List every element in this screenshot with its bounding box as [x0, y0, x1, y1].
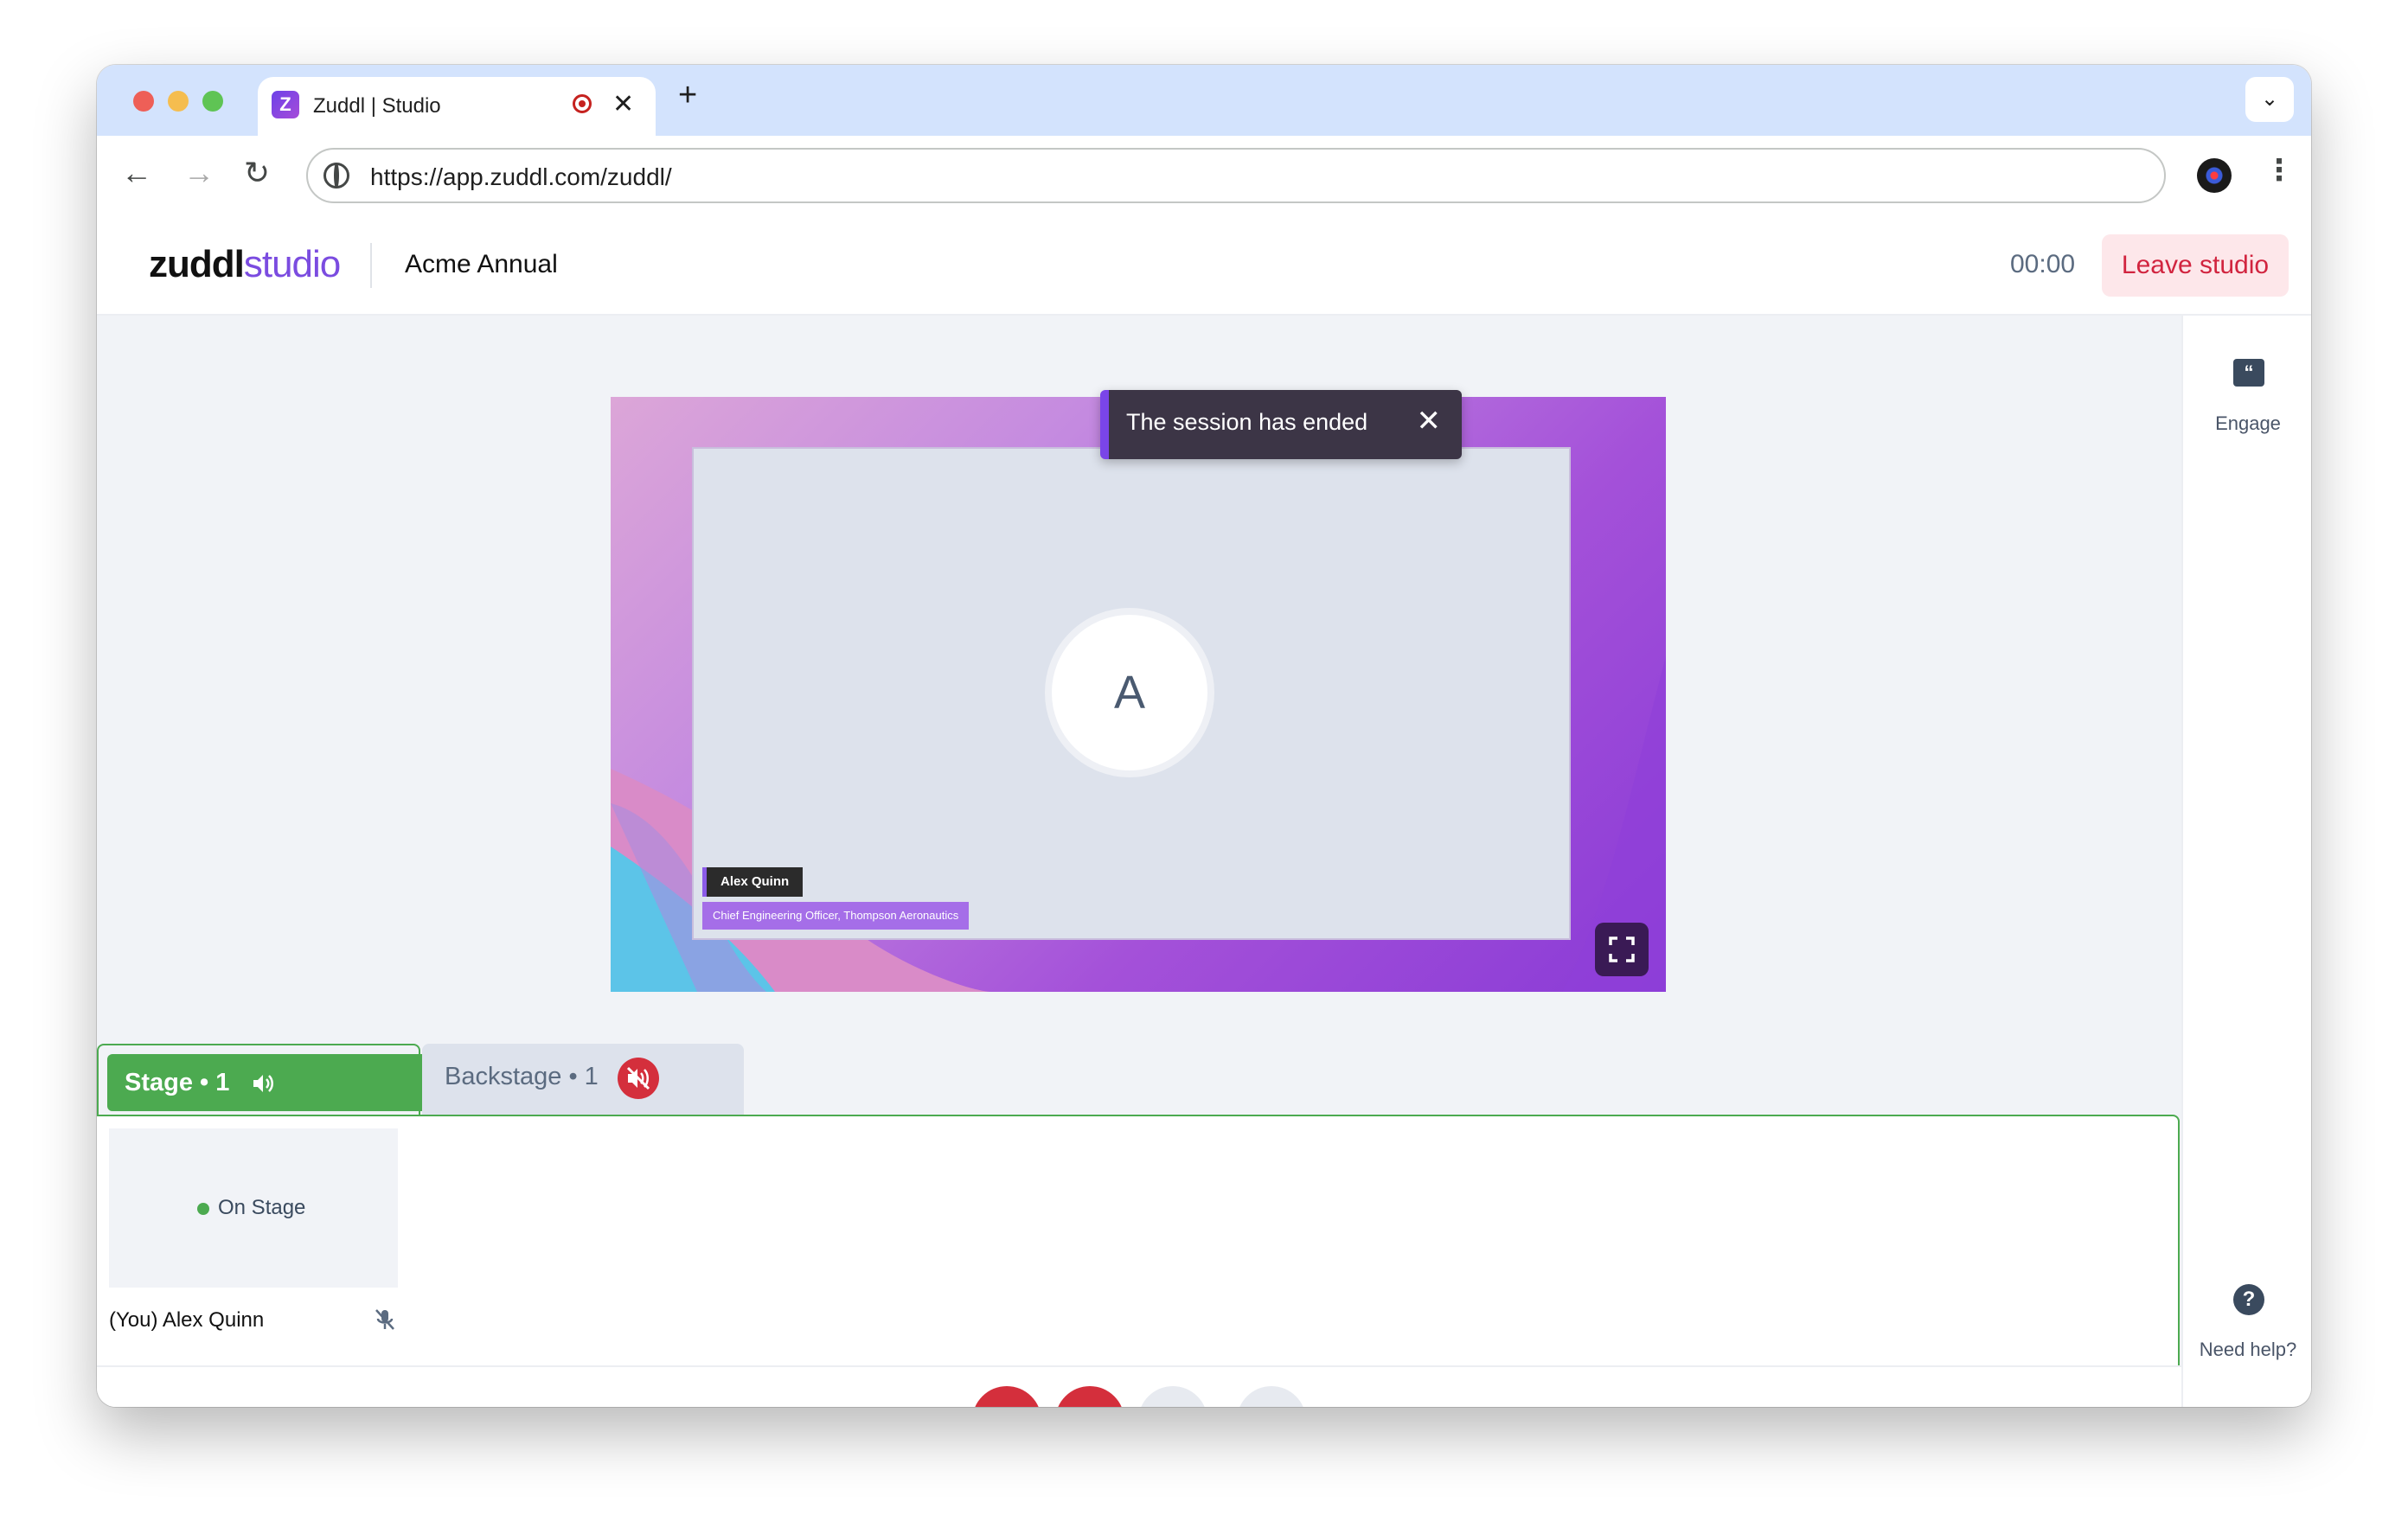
stage-tab-label: Stage • 1 — [125, 1069, 230, 1096]
profile-avatar-icon[interactable] — [2197, 158, 2232, 193]
tab-backstage[interactable]: Backstage • 1 — [422, 1044, 744, 1115]
close-window-button[interactable] — [133, 91, 154, 112]
zuddl-favicon-icon: Z — [272, 91, 299, 118]
tab-title: Zuddl | Studio — [313, 94, 441, 118]
backstage-muted-speaker-icon[interactable] — [618, 1058, 659, 1099]
need-help-label[interactable]: Need help? — [2183, 1339, 2311, 1361]
right-rail: “ Engage ? Need help? — [2181, 316, 2311, 1407]
forward-arrow-icon[interactable]: → — [183, 155, 215, 191]
url-text[interactable]: https://app.zuddl.com/zuddl/ — [370, 163, 672, 191]
fullscreen-icon — [1609, 936, 1635, 962]
close-tab-icon[interactable]: ✕ — [612, 89, 634, 119]
minimize-window-button[interactable] — [168, 91, 189, 112]
stage-preview: A Alex Quinn Chief Engineering Officer, … — [611, 397, 1666, 992]
participant-name: (You) Alex Quinn — [109, 1308, 265, 1332]
participant-tile[interactable]: On Stage — [109, 1128, 398, 1288]
studio-main: A Alex Quinn Chief Engineering Officer, … — [97, 316, 2181, 1407]
speaker-title-tag: Chief Engineering Officer, Thompson Aero… — [702, 902, 970, 930]
browser-menu-icon[interactable]: ⋮ — [2264, 153, 2294, 188]
site-info-globe-icon[interactable] — [323, 163, 349, 189]
tab-search-chevron-icon[interactable]: ⌄ — [2245, 77, 2294, 122]
maximize-window-button[interactable] — [202, 91, 223, 112]
browser-tab[interactable]: Z Zuddl | Studio ✕ — [258, 77, 656, 136]
new-tab-button[interactable]: + — [678, 77, 697, 114]
session-ended-toast: The session has ended ✕ — [1100, 390, 1462, 459]
mic-off-icon — [989, 1403, 1024, 1407]
speaker-video-frame: A Alex Quinn Chief Engineering Officer, … — [692, 447, 1571, 940]
participant-status: On Stage — [218, 1196, 306, 1219]
backstage-tab-label: Backstage • 1 — [445, 1063, 599, 1090]
participants-panel — [97, 1115, 2180, 1365]
media-controls-bar — [97, 1365, 2181, 1407]
browser-window: Z Zuddl | Studio ✕ + ⌄ ← → ↻ https://app… — [97, 65, 2311, 1407]
tab-stage[interactable]: Stage • 1 — [107, 1054, 453, 1111]
recording-indicator-icon — [573, 94, 592, 113]
camera-off-icon — [1073, 1403, 1107, 1407]
screen-share-icon — [1156, 1403, 1190, 1407]
browser-toolbar: ← → ↻ https://app.zuddl.com/zuddl/ ⋮ — [97, 136, 2311, 219]
event-title: Acme Annual — [405, 250, 558, 278]
header-divider — [370, 243, 372, 288]
speaker-volume-icon[interactable] — [251, 1071, 275, 1096]
back-arrow-icon[interactable]: ← — [121, 155, 152, 191]
engage-label[interactable]: Engage — [2183, 412, 2311, 435]
tab-strip: Z Zuddl | Studio ✕ + ⌄ — [97, 65, 2311, 136]
toast-message: The session has ended — [1126, 409, 1368, 435]
app-header: zuddlstudio Acme Annual 00:00 Leave stud… — [97, 217, 2311, 316]
mic-muted-icon — [375, 1309, 394, 1330]
session-timer: 00:00 — [2010, 250, 2076, 278]
reload-icon[interactable]: ↻ — [244, 155, 270, 191]
engage-quote-icon[interactable]: “ — [2233, 359, 2264, 387]
speaker-avatar: A — [1045, 608, 1214, 777]
help-question-icon[interactable]: ? — [2233, 1284, 2264, 1315]
speaker-name-tag: Alex Quinn — [702, 867, 804, 897]
leave-studio-button[interactable]: Leave studio — [2102, 234, 2289, 297]
close-toast-icon[interactable]: ✕ — [1417, 404, 1442, 438]
zuddl-studio-logo: zuddlstudio — [149, 243, 341, 285]
fullscreen-button[interactable] — [1595, 923, 1649, 976]
gear-icon — [1254, 1403, 1289, 1407]
on-stage-status-dot — [197, 1203, 209, 1215]
address-bar[interactable]: https://app.zuddl.com/zuddl/ — [306, 148, 2166, 203]
